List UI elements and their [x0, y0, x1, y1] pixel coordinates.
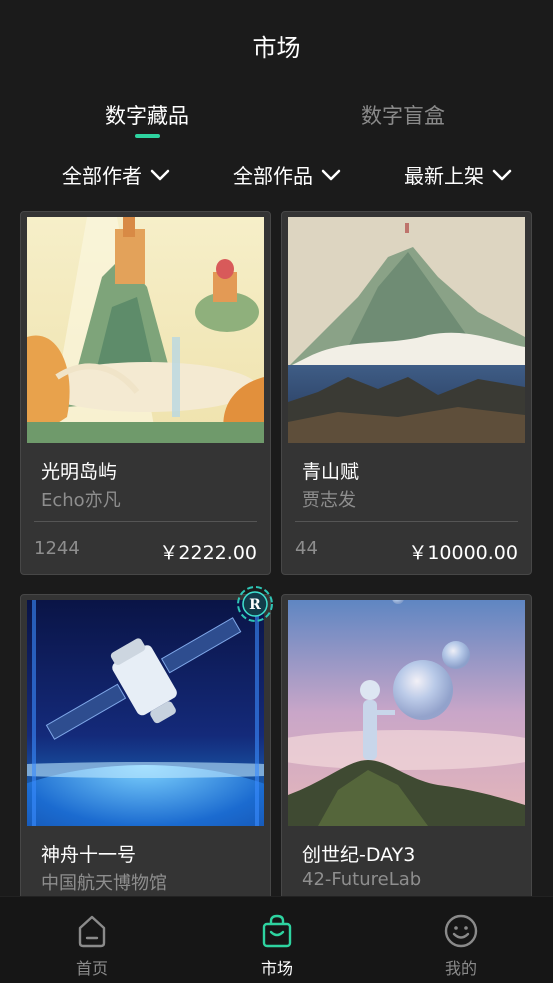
collectible-card[interactable]: 神舟十一号 中国航天博物馆: [20, 594, 271, 896]
collectible-author: 贾志发: [302, 490, 356, 511]
collectible-card[interactable]: 青山赋 贾志发 44 ￥10000.00: [281, 211, 532, 575]
artwork-image: [288, 600, 525, 826]
home-icon: [78, 915, 106, 948]
active-tab-indicator: [135, 134, 160, 138]
artwork-image: [27, 217, 264, 443]
artwork-image: [288, 217, 525, 443]
collectible-count: 1244: [34, 538, 80, 559]
tab-digital-blind-box[interactable]: 数字盲盒: [361, 100, 445, 130]
bottom-nav: 首页 市场 我的: [0, 896, 553, 983]
card-divider: [34, 521, 257, 522]
page-title: 市场: [252, 34, 301, 62]
badge-text: R: [249, 597, 261, 613]
registered-badge-icon: R: [237, 586, 273, 622]
chevron-down-icon: [492, 169, 512, 180]
nav-market-label: 市场: [260, 959, 293, 978]
collectible-author: Echo亦凡: [41, 490, 121, 511]
collectible-author: 中国航天博物馆: [41, 873, 167, 894]
collectible-card[interactable]: 创世纪-DAY3 42-FutureLab: [281, 594, 532, 896]
nav-mine[interactable]: 我的: [401, 897, 521, 983]
filter-bar: 全部作者 全部作品 最新上架: [0, 156, 553, 196]
card-divider: [295, 521, 518, 522]
collectible-author: 42-FutureLab: [302, 869, 422, 890]
filter-author-label: 全部作者: [62, 164, 142, 188]
collectible-name: 光明岛屿: [41, 461, 118, 483]
collectible-card[interactable]: 光明岛屿 Echo亦凡 1244 ￥2222.00: [20, 211, 271, 575]
filter-author-dropdown[interactable]: 全部作者: [62, 160, 170, 189]
chevron-down-icon: [150, 169, 170, 180]
nav-market[interactable]: 市场: [217, 897, 337, 983]
nav-home[interactable]: 首页: [32, 897, 152, 983]
filter-sort-label: 最新上架: [404, 164, 484, 188]
collectible-name: 创世纪-DAY3: [302, 844, 416, 866]
chevron-down-icon: [321, 169, 341, 180]
collectibles-grid: 光明岛屿 Echo亦凡 1244 ￥2222.00 青山赋 贾志发 44 ￥10…: [0, 211, 553, 896]
smiley-icon: [444, 914, 478, 948]
filter-sort-dropdown[interactable]: 最新上架: [404, 160, 512, 189]
collectible-name: 神舟十一号: [41, 844, 137, 866]
shopping-bag-icon: [262, 914, 292, 948]
category-tabs: 数字藏品 数字盲盒: [0, 96, 553, 140]
filter-works-dropdown[interactable]: 全部作品: [233, 160, 341, 189]
artwork-image: [27, 600, 264, 826]
app-header: 市场: [0, 0, 553, 88]
collectible-count: 44: [295, 538, 318, 559]
collectible-name: 青山赋: [302, 461, 360, 483]
filter-works-label: 全部作品: [233, 164, 313, 188]
collectible-price: ￥2222.00: [159, 542, 257, 564]
collectible-price: ￥10000.00: [408, 542, 518, 564]
nav-mine-label: 我的: [444, 959, 477, 978]
nav-home-label: 首页: [75, 959, 108, 978]
tab-digital-collectibles[interactable]: 数字藏品: [105, 100, 189, 130]
